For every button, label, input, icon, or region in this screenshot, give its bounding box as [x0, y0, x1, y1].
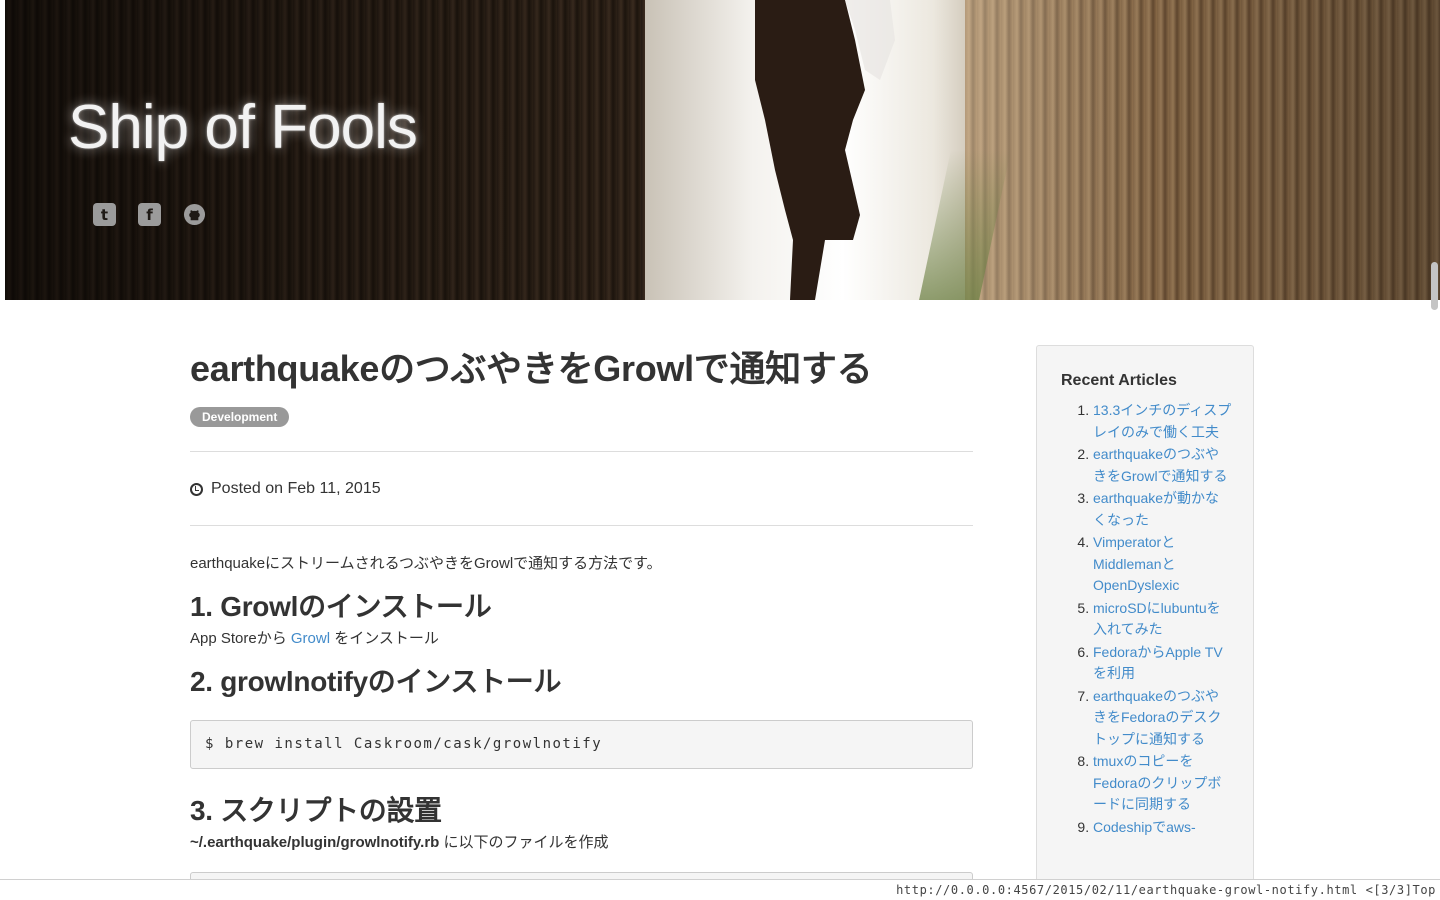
post-title: earthquakeのつぶやきをGrowlで通知する [190, 348, 873, 389]
section-heading: 1. Growlのインストール [190, 591, 492, 622]
status-text: http://0.0.0.0:4567/2015/02/11/earthquak… [896, 883, 1436, 897]
list-item: earthquakeのつぶやきをFedoraのデスクトップに通知する [1093, 686, 1233, 751]
sidebar-heading: Recent Articles [1061, 372, 1177, 389]
article-link[interactable]: earthquakeのつぶやきをFedoraのデスクトップに通知する [1093, 688, 1221, 747]
article: earthquakeのつぶやきをGrowlで通知する Development P… [190, 340, 973, 900]
section-text: ~/.earthquake/plugin/growlnotify.rb に以下の… [190, 831, 973, 852]
facebook-icon[interactable]: f [138, 203, 161, 226]
article-link[interactable]: VimperatorとMiddlemanとOpenDyslexic [1093, 534, 1179, 593]
list-item: earthquakeのつぶやきをGrowlで通知する [1093, 444, 1233, 487]
post-meta: Posted on Feb 11, 2015 [190, 452, 973, 525]
status-bar: http://0.0.0.0:4567/2015/02/11/earthquak… [0, 879, 1440, 900]
article-list: 13.3インチのディスプレイのみで働く工夫 earthquakeのつぶやきをGr… [1061, 400, 1233, 838]
code-block: $ brew install Caskroom/cask/growlnotify [190, 720, 973, 769]
clock-icon [190, 482, 203, 496]
article-link[interactable]: FedoraからApple TVを利用 [1093, 644, 1223, 682]
status-position: <[3/3]Top [1365, 883, 1436, 897]
file-path: ~/.earthquake/plugin/growlnotify.rb [190, 834, 440, 851]
site-title[interactable]: Ship of Fools [68, 92, 418, 163]
article-link[interactable]: 13.3インチのディスプレイのみで働く工夫 [1093, 402, 1231, 440]
list-item: microSDにlubuntuを入れてみた [1093, 598, 1233, 641]
article-link[interactable]: earthquakeのつぶやきをGrowlで通知する [1093, 446, 1228, 484]
github-icon[interactable] [183, 203, 206, 226]
social-links: t f [93, 203, 206, 226]
text-fragment: App Storeから [190, 630, 291, 647]
banner-silhouette [755, 0, 895, 300]
text-fragment: に以下のファイルを作成 [439, 834, 609, 851]
section-text: App Storeから Growl をインストール [190, 627, 973, 648]
list-item: tmuxのコピーをFedoraのクリップボードに同期する [1093, 751, 1233, 816]
list-item: earthquakeが動かなくなった [1093, 488, 1233, 531]
twitter-icon[interactable]: t [93, 203, 116, 226]
growl-link[interactable]: Growl [291, 630, 330, 647]
post-lead: earthquakeにストリームされるつぶやきをGrowlで通知する方法です。 [190, 555, 662, 572]
list-item: VimperatorとMiddlemanとOpenDyslexic [1093, 532, 1233, 597]
scrollbar-thumb[interactable] [1431, 262, 1438, 310]
divider [190, 525, 973, 526]
section-heading: 3. スクリプトの設置 [190, 795, 442, 826]
category-tag[interactable]: Development [190, 407, 290, 427]
list-item: 13.3インチのディスプレイのみで働く工夫 [1093, 400, 1233, 443]
list-item: Codeshipでaws- [1093, 817, 1233, 839]
banner-image-right [965, 0, 1440, 300]
text-fragment: をインストール [330, 630, 439, 647]
status-url: http://0.0.0.0:4567/2015/02/11/earthquak… [896, 883, 1358, 897]
article-link[interactable]: earthquakeが動かなくなった [1093, 490, 1219, 528]
article-link[interactable]: Codeshipでaws- [1093, 819, 1196, 835]
section-heading: 2. growlnotifyのインストール [190, 666, 562, 697]
article-link[interactable]: microSDにlubuntuを入れてみた [1093, 600, 1221, 638]
article-link[interactable]: tmuxのコピーをFedoraのクリップボードに同期する [1093, 753, 1221, 812]
posted-date: Posted on Feb 11, 2015 [211, 480, 381, 497]
sidebar-recent-articles: Recent Articles 13.3インチのディスプレイのみで働く工夫 ea… [1036, 345, 1254, 900]
list-item: FedoraからApple TVを利用 [1093, 642, 1233, 685]
header-banner: Ship of Fools t f [5, 0, 1440, 300]
